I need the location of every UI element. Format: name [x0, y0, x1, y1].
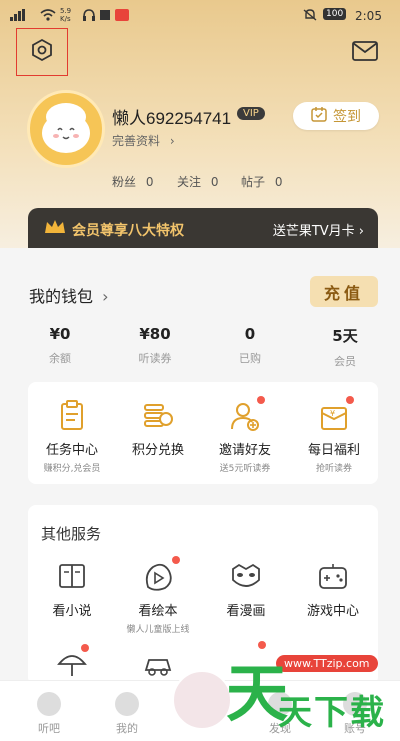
complete-profile-link[interactable]: 完善资料 › — [112, 132, 175, 149]
wallet-value: ¥80 — [139, 325, 171, 343]
wallet-membership[interactable]: 5天 会员 — [305, 325, 385, 369]
record-icon — [99, 9, 111, 24]
wallet-label: 会员 — [334, 355, 356, 368]
points-exchange[interactable]: 积分兑换 — [113, 399, 203, 461]
service-name: 看漫画 — [226, 604, 266, 619]
wallet-balance[interactable]: ¥0 余额 — [20, 325, 100, 366]
svg-text:¥: ¥ — [330, 409, 335, 418]
task-name: 积分兑换 — [131, 443, 184, 458]
battery-indicator: 100 — [323, 8, 347, 20]
username: 懒人692254741 — [112, 109, 232, 128]
message-button[interactable] — [349, 40, 381, 66]
vip-badge: VIP — [237, 107, 265, 120]
signal-icon — [10, 9, 36, 24]
headphone-icon — [115, 692, 139, 716]
wallet-title-label: 我的钱包 — [29, 287, 94, 306]
invite-friends[interactable]: 邀请好友 送5元听读券 — [200, 396, 290, 474]
chevron-right-icon: › — [102, 287, 109, 306]
mail-icon — [352, 41, 378, 65]
vip-privilege-bar[interactable]: 会员尊享八大特权 送芒果TV月卡 › — [28, 208, 378, 248]
wallet-value: ¥0 — [49, 325, 71, 343]
watermark-logo: www.TTzip.com 天 天下载 — [226, 645, 400, 740]
tab-label: 我的 — [116, 722, 138, 735]
avatar[interactable] — [27, 90, 105, 168]
headphone-status-icon — [83, 9, 95, 24]
service-sub: 懒人儿童版上线 — [126, 625, 190, 635]
wallet-label: 听读券 — [138, 352, 172, 365]
book-icon — [55, 560, 89, 594]
coins-icon — [141, 399, 175, 433]
vip-promo-text: 送芒果TV月卡 › — [272, 224, 364, 239]
sign-in-button[interactable]: 签到 — [293, 102, 379, 130]
tab-mine[interactable]: 我的 — [92, 692, 162, 736]
tab-label: 听吧 — [38, 722, 60, 735]
wallet-purchased[interactable]: 0 已购 — [210, 325, 290, 366]
tab-listen[interactable]: 听吧 — [14, 692, 84, 736]
service-name: 游戏中心 — [306, 604, 359, 619]
task-name: 每日福利 — [307, 443, 360, 458]
task-sub: 送5元听读券 — [219, 464, 271, 474]
notification-dot — [346, 396, 354, 404]
task-name: 邀请好友 — [218, 443, 271, 458]
mute-icon — [303, 9, 317, 24]
recharge-button[interactable]: 充值 — [310, 276, 378, 307]
chevron-right-icon: › — [169, 134, 175, 148]
clock: 2:05 — [355, 9, 382, 23]
stat-value: 0 — [145, 175, 154, 189]
settings-hexagon-icon — [30, 38, 54, 66]
wallet-value: 0 — [244, 325, 256, 343]
service-name: 看小说 — [52, 604, 92, 619]
wallet-label: 余额 — [49, 352, 71, 365]
vip-privilege-text: 会员尊享八大特权 — [72, 223, 184, 239]
watermark-brand: 天下载 — [278, 693, 386, 733]
task-sub: 抢听读券 — [315, 464, 352, 474]
watermark-big-char: 天 — [226, 657, 289, 730]
calendar-check-icon — [311, 106, 327, 126]
wallet-title[interactable]: 我的钱包 › — [29, 283, 109, 307]
add-friend-icon — [228, 396, 265, 433]
task-sub: 赚积分,兑会员 — [43, 464, 101, 474]
service-picture-books[interactable]: 看绘本 懒人儿童版上线 — [118, 556, 198, 635]
task-name: 任务中心 — [45, 443, 98, 458]
watermark-url: www.TTzip.com — [276, 655, 378, 672]
wifi-icon — [40, 9, 56, 24]
stat-following[interactable]: 关注 0 — [177, 173, 218, 190]
settings-button[interactable] — [16, 28, 68, 76]
stat-value: 0 — [274, 175, 283, 189]
stat-value: 0 — [210, 175, 219, 189]
sign-in-label: 签到 — [333, 109, 361, 125]
complete-profile-label: 完善资料 — [112, 134, 161, 148]
notification-dot — [172, 556, 180, 564]
service-novels[interactable]: 看小说 — [32, 560, 112, 622]
stat-label: 帖子 — [241, 175, 266, 189]
services-title: 其他服务 — [41, 525, 102, 543]
clipboard-icon — [55, 399, 89, 433]
wallet-value: 5天 — [332, 327, 358, 345]
crown-icon — [44, 218, 66, 240]
gift-icon: ¥ — [317, 396, 354, 433]
app-notification-icon — [115, 9, 129, 24]
service-game-center[interactable]: 游戏中心 — [293, 560, 373, 622]
notification-dot — [257, 396, 265, 404]
service-name: 看绘本 — [138, 604, 178, 619]
mask-icon — [229, 560, 263, 594]
stat-posts[interactable]: 帖子 0 — [241, 173, 282, 190]
notification-dot — [81, 644, 89, 652]
listen-icon — [37, 692, 61, 716]
play-icon — [141, 556, 180, 594]
network-speed: 5.9 K/s — [60, 7, 72, 23]
daily-benefits[interactable]: ¥ 每日福利 抢听读券 — [289, 396, 379, 474]
task-center[interactable]: 任务中心 赚积分,兑会员 — [27, 399, 117, 474]
umbrella-icon[interactable] — [57, 644, 89, 680]
center-avatar-icon[interactable] — [172, 670, 232, 730]
stat-label: 粉丝 — [112, 175, 137, 189]
wallet-label: 已购 — [239, 352, 261, 365]
wallet-vouchers[interactable]: ¥80 听读券 — [115, 325, 195, 366]
service-comics[interactable]: 看漫画 — [206, 560, 286, 622]
stat-label: 关注 — [177, 175, 202, 189]
gamepad-icon — [316, 560, 350, 594]
stat-fans[interactable]: 粉丝 0 — [112, 173, 153, 190]
car-icon[interactable] — [143, 650, 173, 680]
